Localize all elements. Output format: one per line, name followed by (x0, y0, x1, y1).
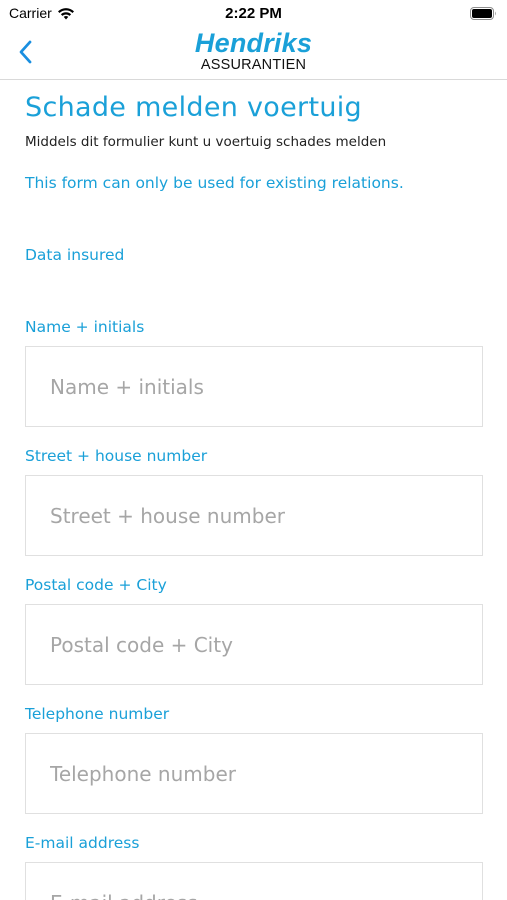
status-bar: Carrier 2:22 PM (0, 0, 507, 28)
postal-city-label: Postal code + City (25, 576, 167, 594)
postal-city-input[interactable] (25, 604, 483, 685)
screen: Carrier 2:22 PM Hendriks ASSURANTIEN Sch… (0, 0, 507, 900)
battery-icon (470, 7, 497, 20)
logo-subtitle: ASSURANTIEN (200, 57, 307, 73)
email-label: E-mail address (25, 834, 140, 852)
name-input[interactable] (25, 346, 483, 427)
form-notice: This form can only be used for existing … (25, 174, 404, 192)
email-input[interactable] (25, 862, 483, 900)
street-input[interactable] (25, 475, 483, 556)
brand-logo: Hendriks ASSURANTIEN (0, 28, 507, 73)
section-heading: Data insured (25, 246, 125, 264)
page-subtitle: Middels dit formulier kunt u voertuig sc… (25, 134, 387, 150)
street-label: Street + house number (25, 447, 208, 465)
clock: 2:22 PM (225, 5, 282, 22)
page-title: Schade melden voertuig (25, 92, 362, 123)
name-label: Name + initials (25, 318, 145, 336)
navigation-bar: Hendriks ASSURANTIEN (0, 28, 507, 80)
logo-name: Hendriks (194, 28, 313, 58)
telephone-input[interactable] (25, 733, 483, 814)
telephone-label: Telephone number (25, 705, 170, 723)
